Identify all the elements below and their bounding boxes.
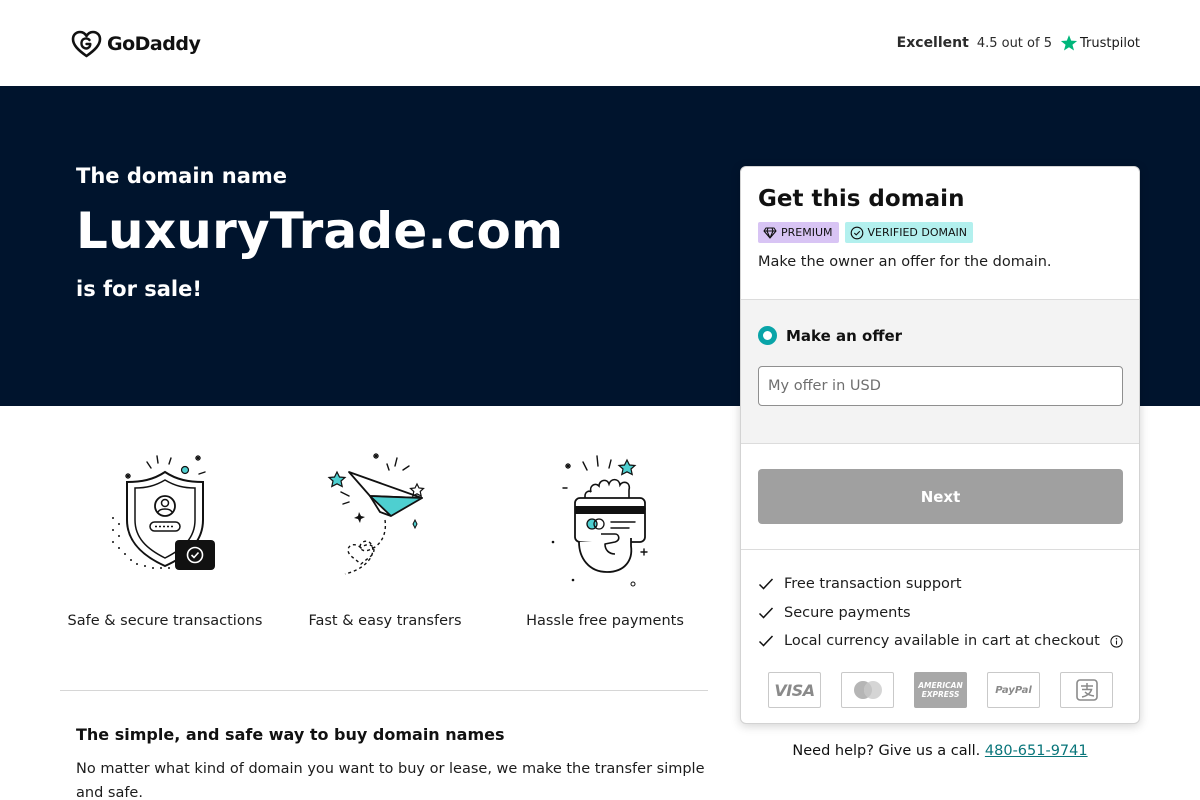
section-divider — [60, 690, 708, 691]
checkmark-icon — [758, 578, 774, 590]
visa-label: VISA — [774, 680, 815, 700]
card-subtitle: Make the owner an offer for the domain. — [758, 254, 1052, 270]
next-button[interactable]: Next — [758, 469, 1123, 524]
feature-safe-secure: Safe & secure transactions — [60, 440, 270, 640]
phone-link[interactable]: 480-651-9741 — [985, 743, 1088, 759]
sale-status: is for sale! — [76, 277, 202, 301]
help-text: Need help? Give us a call. — [792, 743, 981, 759]
feature-label: Safe & secure transactions — [67, 613, 263, 629]
features-row: Safe & secure transactions Fast & easy t… — [60, 440, 710, 640]
check-circle-icon — [850, 226, 863, 239]
purchase-card: Get this domain PREMIUM VERIFIED DOMAIN … — [740, 166, 1140, 724]
help-line: Need help? Give us a call. 480-651-9741 — [740, 743, 1140, 759]
info-icon[interactable] — [1110, 635, 1123, 648]
list-item: Free transaction support — [758, 570, 1128, 599]
card-separator — [741, 549, 1139, 550]
trustpilot-wordmark: Trustpilot — [1079, 35, 1140, 51]
godaddy-logo[interactable]: GoDaddy — [70, 28, 201, 60]
domain-badges: PREMIUM VERIFIED DOMAIN — [758, 222, 979, 243]
benefit-text: Secure payments — [784, 604, 911, 621]
paypal-logo: PayPal — [987, 672, 1040, 708]
list-item: Secure payments — [758, 599, 1128, 628]
premium-badge: PREMIUM — [758, 222, 839, 243]
alipay-logo — [1060, 672, 1113, 708]
domain-name: LuxuryTrade.com — [76, 202, 564, 260]
rating-score: 4.5 out of 5 — [976, 35, 1052, 51]
offer-section: Make an offer — [741, 299, 1139, 444]
star-icon — [1060, 35, 1078, 51]
benefits-list: Free transaction support Secure payments… — [758, 570, 1128, 656]
offer-amount-input[interactable] — [758, 366, 1123, 406]
trustpilot-rating[interactable]: Excellent 4.5 out of 5 Trustpilot — [897, 30, 1140, 56]
logo-wordmark: GoDaddy — [107, 33, 201, 55]
alipay-icon — [1075, 679, 1098, 701]
feature-label: Fast & easy transfers — [308, 613, 462, 629]
make-offer-label: Make an offer — [786, 326, 903, 345]
feature-payments: Hassle free payments — [500, 440, 710, 640]
rating-label: Excellent — [896, 35, 969, 51]
paypal-label: PayPal — [995, 684, 1032, 696]
benefit-text: Local currency available in cart at chec… — [784, 633, 1100, 650]
diamond-icon — [763, 226, 777, 239]
benefit-text: Free transaction support — [784, 576, 962, 593]
verified-badge: VERIFIED DOMAIN — [844, 222, 973, 243]
godaddy-heart-icon — [71, 30, 102, 58]
hero-intro: The domain name — [76, 164, 288, 188]
paper-plane-icon — [327, 453, 425, 575]
amex-logo: AMERICAN EXPRESS — [914, 672, 967, 708]
verified-badge-label: VERIFIED DOMAIN — [867, 226, 967, 239]
payment-methods: VISA AMERICAN EXPRESS PayPal — [768, 672, 1113, 708]
checkmark-icon — [758, 635, 774, 647]
feature-fast-transfers: Fast & easy transfers — [280, 440, 490, 640]
checkmark-icon — [758, 607, 774, 619]
info-title: The simple, and safe way to buy domain n… — [76, 725, 505, 744]
visa-logo: VISA — [768, 672, 821, 708]
hand-card-icon — [551, 455, 648, 587]
make-offer-radio[interactable] — [758, 326, 777, 345]
card-title: Get this domain — [758, 186, 965, 212]
mastercard-icon — [853, 681, 882, 699]
amex-label: AMERICAN EXPRESS — [918, 681, 963, 699]
shield-icon — [112, 455, 215, 570]
info-text: No matter what kind of domain you want t… — [76, 761, 705, 800]
make-offer-option[interactable]: Make an offer — [758, 326, 902, 345]
list-item: Local currency available in cart at chec… — [758, 627, 1128, 656]
site-header: GoDaddy Excellent 4.5 out of 5 Trustpilo… — [0, 0, 1200, 86]
feature-label: Hassle free payments — [526, 613, 684, 629]
premium-badge-label: PREMIUM — [781, 226, 833, 239]
mastercard-logo — [841, 672, 894, 708]
